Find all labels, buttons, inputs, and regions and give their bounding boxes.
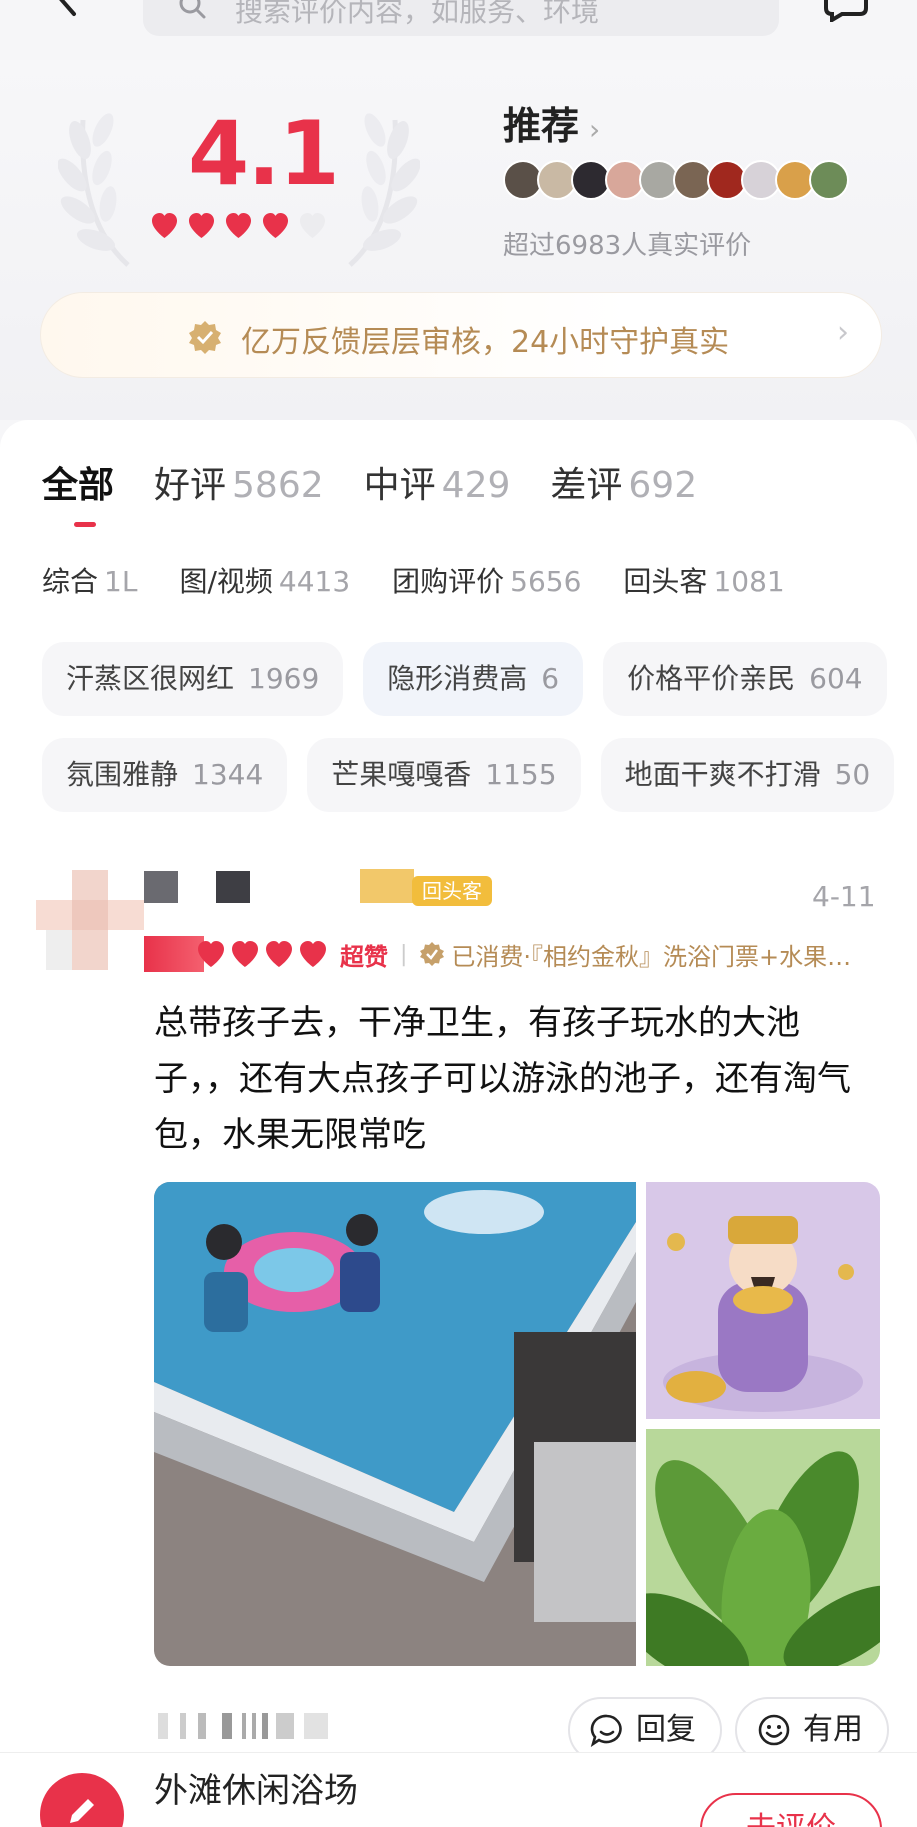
tag-chip[interactable]: 氛围雅静 1344 xyxy=(42,738,288,812)
masked-text xyxy=(158,1713,328,1739)
blur-decoration xyxy=(144,936,204,972)
rating-header: 4.1 推荐 › 超过6983人真实评价 亿万反馈层层审核，24小时守护真实 › xyxy=(0,60,917,420)
recommend-label: 推荐 xyxy=(503,104,580,148)
heart-filled-icon xyxy=(300,941,326,967)
top-bar: 搜索评价内容，如服务、环境 xyxy=(0,0,917,50)
laurel-left-icon xyxy=(58,113,130,267)
review-photo-pool[interactable] xyxy=(154,1182,636,1666)
heart-empty-icon xyxy=(299,212,326,239)
write-review-button[interactable]: 去评价 xyxy=(700,1793,882,1827)
review-actions: 回复 有用 xyxy=(0,1697,917,1763)
chevron-right-icon: › xyxy=(837,315,849,350)
heart-filled-icon xyxy=(262,212,289,239)
masked-username[interactable] xyxy=(144,865,414,903)
rating-text: 超赞 xyxy=(340,942,388,971)
review-date: 4-11 xyxy=(812,880,876,913)
tag-chips-row: 氛围雅静 1344 芒果嘎嘎香 1155 地面干爽不打滑 50 xyxy=(42,738,895,812)
overall-score: 4.1 xyxy=(188,102,340,205)
heart-filled-icon xyxy=(225,212,252,239)
active-tab-indicator xyxy=(74,522,96,527)
avatar[interactable] xyxy=(36,870,144,970)
filter-subtabs: 综合 1L 图/视频 4413 团购评价 5656 回头客 1081 xyxy=(42,560,785,600)
tag-chip[interactable]: 价格平价亲民 604 xyxy=(603,642,887,716)
search-icon xyxy=(179,0,206,19)
tag-chip[interactable]: 汗蒸区很网红 1969 xyxy=(42,642,344,716)
returning-customer-badge: 回头客 xyxy=(412,876,492,906)
laurel-right-icon xyxy=(348,113,420,267)
verified-badge-icon xyxy=(189,321,221,354)
search-placeholder: 搜索评价内容，如服务、环境 xyxy=(235,0,600,28)
shop-avatar xyxy=(40,1773,124,1827)
search-input[interactable]: 搜索评价内容，如服务、环境 xyxy=(143,0,779,36)
consumed-package[interactable]: 已消费·『相约金秋』洗浴门票+水果… xyxy=(451,937,851,972)
tab-good[interactable]: 好评 5862 xyxy=(154,456,324,508)
tab-all[interactable]: 全部 xyxy=(42,456,114,508)
real-review-count: 超过6983人真实评价 xyxy=(503,231,752,261)
tag-chips-row: 汗蒸区很网红 1969 隐形消费高 6 价格平价亲民 604 xyxy=(42,642,887,716)
heart-filled-icon xyxy=(151,212,178,239)
verified-purchase-icon xyxy=(420,942,445,966)
back-arrow-icon[interactable] xyxy=(48,0,88,18)
subtab-overall[interactable]: 综合 1L xyxy=(42,560,137,600)
tag-chip[interactable]: 隐形消费高 6 xyxy=(363,642,584,716)
divider: | xyxy=(400,941,408,967)
heart-filled-icon xyxy=(232,941,258,967)
tab-neutral[interactable]: 中评 429 xyxy=(364,456,511,508)
rating-tabs: 全部 好评 5862 中评 429 差评 692 xyxy=(42,456,697,508)
subtab-returning[interactable]: 回头客 1081 xyxy=(623,560,784,600)
subtab-media[interactable]: 图/视频 4413 xyxy=(179,560,350,600)
heart-filled-icon xyxy=(188,212,215,239)
review-rating-row: 超赞 | 已消费·『相约金秋』洗浴门票+水果… xyxy=(144,934,851,974)
review-content: 总带孩子去，干净卫生，有孩子玩水的大池子，，还有大点孩子可以游泳的池子，还有淘气… xyxy=(154,1003,851,1155)
bottom-bar: 外滩休闲浴场 去评价 xyxy=(0,1752,917,1827)
heart-filled-icon xyxy=(198,941,224,967)
heart-rating xyxy=(150,212,327,239)
tag-chip[interactable]: 地面干爽不打滑 50 xyxy=(600,738,895,812)
authenticity-notice[interactable]: 亿万反馈层层审核，24小时守护真实 › xyxy=(40,292,882,378)
chevron-right-icon: › xyxy=(589,113,601,146)
subtab-group-buy[interactable]: 团购评价 5656 xyxy=(392,560,581,600)
smile-icon xyxy=(758,1714,790,1746)
heart-filled-icon xyxy=(266,941,292,967)
message-icon[interactable] xyxy=(818,0,874,22)
tab-bad[interactable]: 差评 692 xyxy=(550,456,697,508)
review-heart-rating xyxy=(196,940,328,968)
reviewer-avatars xyxy=(503,160,849,200)
tag-chip[interactable]: 芒果嘎嘎香 1155 xyxy=(307,738,581,812)
shop-name: 外滩休闲浴场 xyxy=(154,1771,358,1811)
recommend-link[interactable]: 推荐 › xyxy=(503,95,600,150)
comment-icon xyxy=(590,1714,622,1747)
notice-text: 亿万反馈层层审核，24小时守护真实 xyxy=(241,325,730,360)
review-photo-fortune-god[interactable] xyxy=(646,1182,880,1419)
avatar xyxy=(809,160,849,200)
review-photo-plant[interactable] xyxy=(646,1429,880,1666)
pencil-icon xyxy=(70,1799,94,1823)
